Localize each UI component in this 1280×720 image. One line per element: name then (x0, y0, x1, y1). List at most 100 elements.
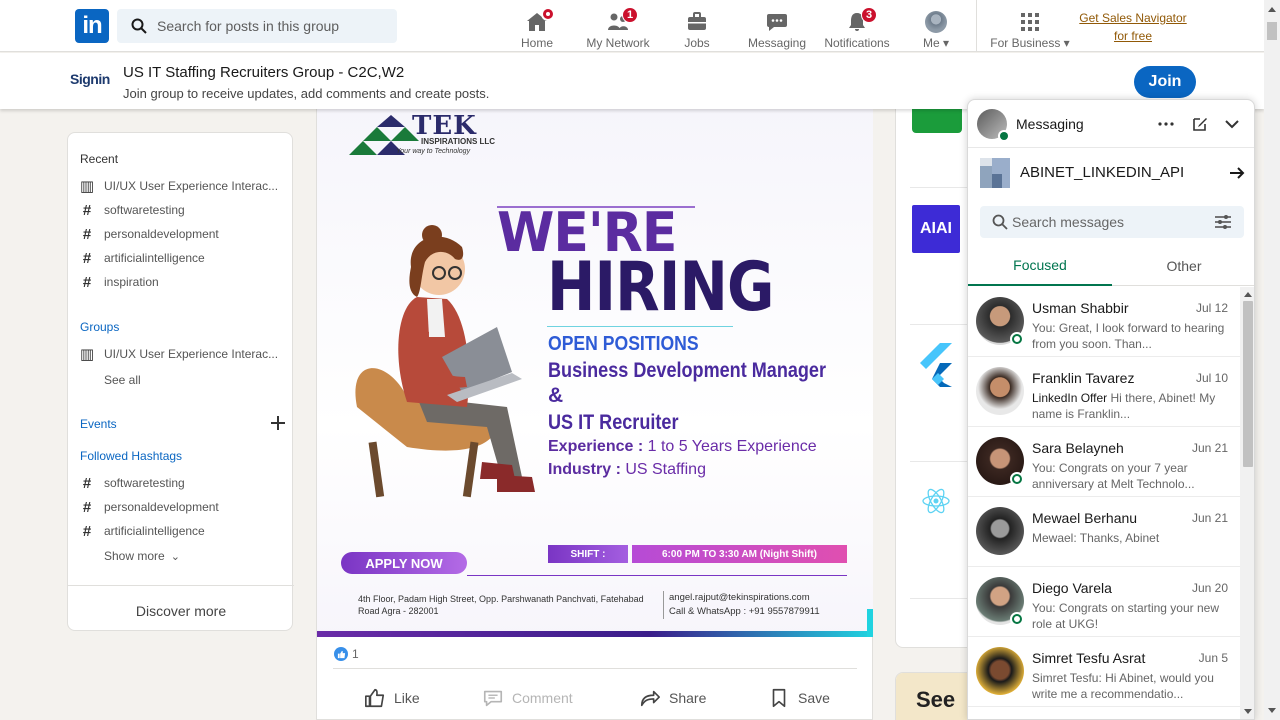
nav-label: For Business ▾ (990, 36, 1070, 50)
flutter-icon[interactable] (916, 341, 956, 389)
conversation-item[interactable]: Diego Varela Jun 20 You: Congrats on sta… (968, 567, 1240, 637)
discover-more-button[interactable]: Discover more (68, 603, 294, 619)
divider (910, 461, 974, 462)
conversation-date: Jul 12 (1195, 301, 1228, 315)
industry-value: US Staffing (620, 461, 706, 478)
bookmark-icon (772, 688, 786, 708)
poster-tagline: Your way to Technology (396, 148, 471, 155)
scroll-up-icon[interactable] (1268, 6, 1276, 12)
conversation-preview: You: Great, I look forward to hearing fr… (1032, 320, 1228, 352)
nav-me[interactable]: Me ▾ (916, 4, 956, 50)
sidebar-item[interactable]: # softwaretesting (80, 200, 280, 220)
account-switcher[interactable]: ABINET_LINKEDIN_API (968, 148, 1254, 198)
events-heading[interactable]: Events (80, 417, 117, 431)
nav-divider (976, 0, 977, 52)
conversation-name: Mewael Berhanu (1032, 510, 1138, 526)
nav-my-network[interactable]: 1 My Network (583, 4, 653, 50)
hiring-poster-image[interactable]: TEK INSPIRATIONS LLC Your way to Technol… (317, 109, 873, 637)
nav-jobs[interactable]: Jobs (677, 4, 717, 50)
search-input[interactable]: Search for posts in this group (117, 9, 397, 43)
reaction-count[interactable]: 1 (334, 647, 359, 661)
poster-shift-time: 6:00 PM TO 3:30 AM (Night Shift) (632, 545, 847, 563)
hashtag-icon: # (82, 474, 92, 492)
grid-icon (1021, 13, 1039, 31)
sidebar-item[interactable]: # artificialintelligence (80, 248, 280, 268)
sidebar-item[interactable]: # artificialintelligence (80, 521, 280, 541)
sales-line: Get Sales Navigator (1079, 11, 1187, 25)
sidebar-item[interactable]: # inspiration (80, 272, 280, 292)
poster-role: Business Development Manager (548, 359, 827, 382)
search-icon (992, 214, 1008, 230)
see-all-label: See all (104, 373, 141, 387)
hashtag-icon: # (82, 273, 92, 291)
tab-focused[interactable]: Focused (968, 246, 1112, 286)
nav-messaging[interactable]: Messaging (745, 4, 809, 50)
company-logo[interactable]: AIAI (912, 205, 960, 253)
followed-hashtags-heading[interactable]: Followed Hashtags (80, 449, 182, 463)
nav-home[interactable]: Home (517, 4, 557, 50)
scrollbar-thumb[interactable] (1267, 22, 1277, 40)
poster-email: angel.rajput@tekinspirations.com (669, 592, 810, 603)
preview-text: You: Great, I look forward to hearing fr… (1032, 321, 1225, 351)
post-card: TEK INSPIRATIONS LLC Your way to Technol… (316, 109, 873, 720)
page-scrollbar[interactable] (1264, 0, 1280, 720)
save-button[interactable]: Save (768, 686, 830, 710)
group-icon: ▥ (79, 178, 95, 195)
react-icon[interactable] (921, 486, 951, 516)
conversation-date: Jun 20 (1191, 581, 1228, 595)
linkedin-logo[interactable]: in (75, 9, 109, 43)
sidebar-item[interactable]: # softwaretesting (80, 473, 280, 493)
group-logo: Signin (70, 71, 110, 87)
sidebar-item[interactable]: # personaldevelopment (80, 497, 280, 517)
nav-for-business[interactable]: For Business ▾ (988, 4, 1072, 50)
preview-text: Simret Tesfu: Hi Abinet, would you write… (1032, 671, 1214, 701)
see-all-link[interactable]: See all (104, 370, 141, 390)
conversation-name: Simret Tesfu Asrat (1032, 650, 1146, 666)
groups-heading[interactable]: Groups (80, 320, 119, 334)
more-options-icon[interactable] (1156, 114, 1176, 134)
show-more-label: Show more (104, 549, 165, 563)
conversation-item[interactable]: Franklin Tavarez Jul 10 LinkedIn Offer H… (968, 357, 1240, 427)
scroll-up-icon[interactable] (1244, 291, 1252, 297)
conversation-name: Diego Varela (1032, 580, 1112, 596)
tab-other[interactable]: Other (1112, 246, 1254, 286)
share-button[interactable]: Share (639, 686, 706, 710)
hashtag-icon: # (82, 498, 92, 516)
conversation-scrollbar[interactable] (1240, 287, 1254, 719)
nav-notifications[interactable]: 3 Notifications (822, 4, 892, 50)
chevron-down-icon[interactable] (1222, 114, 1242, 134)
join-button[interactable]: Join (1134, 66, 1196, 98)
conversation-name: Usman Shabbir (1032, 300, 1129, 316)
search-icon (131, 18, 147, 34)
conversation-item[interactable]: Usman Shabbir Jul 12 You: Great, I look … (968, 287, 1240, 357)
like-label: Like (394, 690, 420, 706)
messaging-header[interactable]: Messaging (968, 100, 1254, 148)
like-button[interactable]: Like (364, 686, 420, 710)
show-more-button[interactable]: Show more ⌄ (104, 546, 180, 566)
divider (333, 668, 857, 669)
sidebar-item[interactable]: # personaldevelopment (80, 224, 280, 244)
comment-button[interactable]: Comment (482, 686, 573, 710)
conversation-item[interactable]: Sara Belayneh Jun 21 You: Congrats on yo… (968, 427, 1240, 497)
add-event-icon[interactable] (270, 415, 286, 431)
divider (910, 324, 974, 325)
right-rail-promo[interactable]: See w (895, 672, 975, 720)
preview-text: You: Congrats on your 7 year anniversary… (1032, 461, 1195, 491)
sidebar-item[interactable]: ▥ UI/UX User Experience Interac... (80, 344, 280, 364)
conversation-item[interactable]: Mewael Berhanu Jun 21 Mewael: Thanks, Ab… (968, 497, 1240, 567)
scrollbar-thumb[interactable] (1243, 301, 1253, 467)
conversation-item[interactable]: Simret Tesfu Asrat Jun 5 Simret Tesfu: H… (968, 637, 1240, 707)
notification-dot (541, 7, 555, 21)
compose-icon[interactable] (1190, 114, 1210, 134)
preview-text: You: Congrats on starting your new role … (1032, 601, 1220, 631)
filter-icon[interactable] (1214, 214, 1232, 230)
scroll-down-icon[interactable] (1244, 709, 1252, 715)
sidebar-item-label: personaldevelopment (104, 500, 219, 514)
nav-label: My Network (586, 36, 650, 50)
message-search-input[interactable]: Search messages (980, 206, 1244, 238)
scroll-down-icon[interactable] (1268, 708, 1276, 714)
group-icon: ▥ (79, 346, 95, 363)
sidebar-item[interactable]: ▥ UI/UX User Experience Interac... (80, 176, 280, 196)
experience-label: Experience : (548, 438, 644, 455)
sales-navigator-link[interactable]: Get Sales Navigator for free (1074, 9, 1192, 45)
